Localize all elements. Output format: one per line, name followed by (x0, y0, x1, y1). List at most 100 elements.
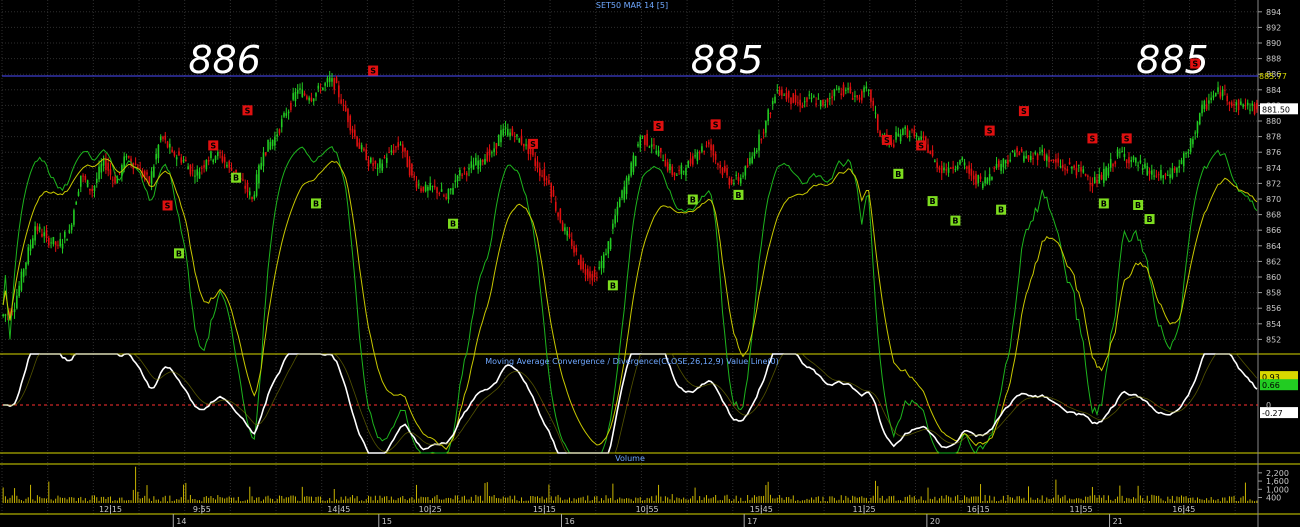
candle-body (986, 177, 989, 184)
candle-body (1246, 102, 1249, 106)
candle-body (497, 134, 500, 146)
candle-body (169, 143, 171, 148)
candle-body (1043, 153, 1046, 160)
candle-body (634, 156, 637, 167)
signal-label: S (1021, 107, 1027, 116)
candle-body (440, 189, 443, 192)
candle-body (217, 152, 219, 157)
candle-body (1098, 174, 1101, 184)
candle-body (719, 164, 722, 168)
candle-body (486, 152, 489, 161)
candle-body (429, 182, 431, 190)
candle-body (262, 152, 265, 167)
candle-body (22, 269, 25, 278)
candle-body (639, 136, 642, 148)
candle-body (1224, 89, 1226, 91)
candle-body (385, 157, 388, 163)
candle-body (842, 84, 845, 96)
signal-label: B (610, 281, 616, 290)
signal-label: B (998, 206, 1004, 215)
candle-body (1157, 174, 1160, 176)
candle-body (157, 144, 160, 159)
candle-body (682, 171, 685, 173)
candle-body (175, 157, 178, 160)
candle-body (1153, 175, 1155, 177)
candle-body (148, 176, 151, 184)
candle-body (431, 185, 434, 187)
candle-body (931, 149, 934, 156)
candle-body (171, 149, 173, 153)
candle-body (342, 104, 345, 106)
candle-body (984, 177, 986, 184)
candle-body (1096, 179, 1098, 184)
candle-body (714, 153, 717, 160)
candle-body (876, 114, 879, 131)
candle-body (934, 160, 936, 163)
candle-body (1228, 102, 1231, 105)
candle-body (326, 78, 329, 83)
candle-body (187, 166, 189, 170)
candle-body (1201, 104, 1203, 114)
candle-body (520, 135, 523, 145)
candle-body (696, 152, 699, 161)
candle-body (150, 171, 153, 184)
signal-label: B (450, 220, 456, 229)
candle-body (1023, 155, 1025, 162)
candle-body (84, 176, 87, 181)
price-tick-label: 852 (1266, 335, 1281, 344)
candle-body (338, 85, 340, 98)
candle-body (680, 165, 683, 175)
candle-body (765, 121, 767, 133)
candle-body (1050, 159, 1053, 161)
candle-body (1187, 152, 1190, 154)
candle-body (776, 89, 779, 91)
signal-label: S (210, 141, 216, 150)
candle-body (381, 163, 384, 171)
time-tick-label: 9:55 (193, 505, 211, 514)
candle-body (751, 156, 753, 164)
candle-body (214, 155, 217, 161)
candle-body (1169, 174, 1171, 178)
candle-body (564, 227, 566, 231)
candle-body (545, 178, 548, 180)
candle-body (730, 179, 733, 184)
candle-body (938, 167, 941, 170)
candle-body (721, 167, 724, 176)
candle-body (207, 160, 210, 162)
candle-body (616, 206, 619, 216)
candle-body (255, 174, 258, 196)
time-tick-label: 11:55 (1069, 505, 1092, 514)
candle-body (73, 210, 75, 225)
candle-body (1173, 168, 1176, 171)
candle-body (769, 112, 772, 114)
candle-body (511, 128, 514, 136)
candle-body (710, 144, 712, 151)
price-tick-label: 894 (1266, 8, 1281, 17)
candle-body (372, 162, 374, 166)
candle-body (178, 151, 180, 156)
candle-body (541, 175, 543, 177)
candle-body (1055, 159, 1057, 163)
candle-body (1233, 103, 1235, 106)
candle-body (742, 175, 744, 177)
candle-body (771, 101, 774, 105)
candle-body (831, 96, 833, 99)
candle-body (532, 148, 534, 156)
macd-value-label: -0.27 (1262, 409, 1283, 418)
candle-body (922, 135, 925, 138)
candle-body (1146, 166, 1149, 176)
candle-body (673, 172, 676, 176)
candle-body (1214, 92, 1217, 97)
candle-body (865, 86, 868, 89)
date-tick-label: 14 (176, 517, 186, 526)
candle-body (98, 166, 100, 180)
candle-body (100, 163, 103, 173)
candle-body (433, 185, 436, 188)
candle-body (554, 201, 557, 211)
candle-body (205, 160, 208, 170)
price-tick-label: 864 (1266, 242, 1281, 251)
candle-body (363, 148, 365, 151)
candle-body (292, 93, 294, 100)
candle-body (164, 135, 167, 140)
signal-label: S (918, 141, 924, 150)
